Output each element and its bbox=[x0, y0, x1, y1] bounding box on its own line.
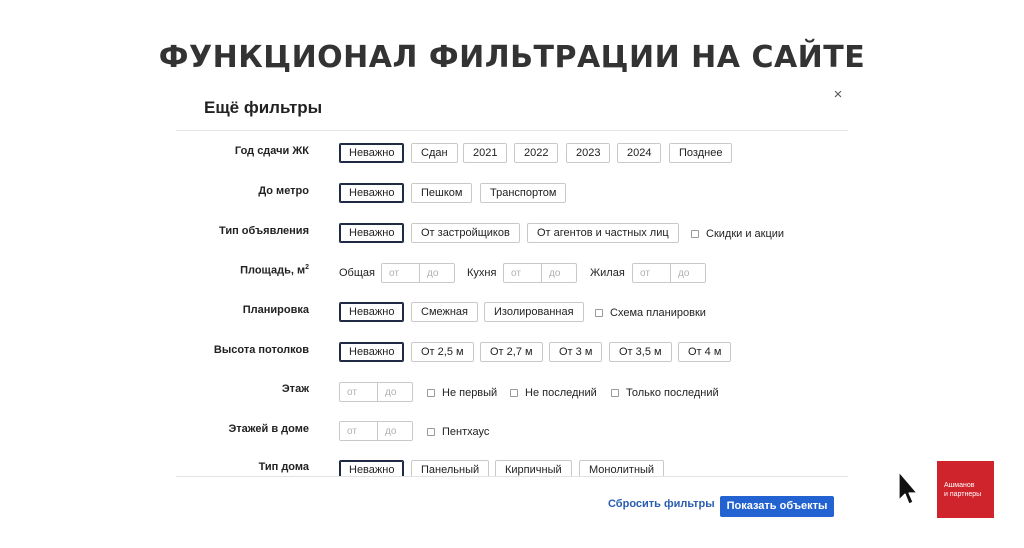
checkbox-box[interactable] bbox=[427, 428, 435, 436]
floor-from-input[interactable] bbox=[340, 383, 377, 401]
filter-label-layout: Планировка bbox=[242, 304, 309, 316]
chip-ceiling-3-5[interactable]: От 3,5 м bbox=[609, 342, 672, 362]
slide-title: ФУНКЦИОНАЛ ФИЛЬТРАЦИИ НА САЙТЕ bbox=[158, 40, 866, 75]
checkbox-box[interactable] bbox=[691, 230, 699, 238]
area-living-from-input[interactable] bbox=[633, 264, 670, 282]
area-kitchen-to-input[interactable] bbox=[541, 264, 578, 282]
reset-filters-button[interactable]: Сбросить фильтры bbox=[608, 498, 715, 510]
area-unit-sup: 2 bbox=[305, 264, 309, 271]
header-divider bbox=[176, 130, 848, 131]
logo-line2: и партнеры bbox=[944, 491, 982, 498]
area-total-label: Общая bbox=[339, 267, 375, 279]
checkbox-box[interactable] bbox=[611, 389, 619, 397]
filter-label-house-type: Тип дома bbox=[258, 461, 309, 473]
chip-ceiling-2-7[interactable]: От 2,7 м bbox=[480, 342, 543, 362]
area-total-range bbox=[381, 263, 456, 283]
chip-ceiling-4[interactable]: От 4 м bbox=[678, 342, 732, 362]
checkbox-not-last-label: Не последний bbox=[525, 387, 597, 399]
house-type-clip: Тип дома Неважно Панельный Кирпичный Мон… bbox=[176, 455, 848, 477]
area-kitchen-range bbox=[503, 263, 578, 283]
floor-range bbox=[339, 382, 414, 402]
filter-label-floors-total: Этажей в доме bbox=[228, 423, 309, 435]
chip-layout-any[interactable]: Неважно bbox=[339, 302, 405, 322]
chip-house-brick[interactable]: Кирпичный bbox=[495, 460, 572, 477]
area-kitchen-from-input[interactable] bbox=[504, 264, 541, 282]
filter-label-listing: Тип объявления bbox=[219, 225, 309, 237]
chip-year-2021[interactable]: 2021 bbox=[463, 143, 508, 163]
chip-metro-transport[interactable]: Транспортом bbox=[480, 183, 567, 203]
close-icon[interactable]: × bbox=[830, 86, 846, 104]
chip-year-later[interactable]: Позднее bbox=[669, 143, 733, 163]
checkbox-box[interactable] bbox=[595, 309, 603, 317]
checkbox-penthouse[interactable]: Пентхаус bbox=[427, 426, 489, 438]
chip-metro-walk[interactable]: Пешком bbox=[411, 183, 473, 203]
filter-label-area: Площадь, м2 bbox=[240, 264, 309, 277]
modal-title: Ещё фильтры bbox=[204, 98, 323, 117]
chip-layout-adjacent[interactable]: Смежная bbox=[411, 302, 479, 322]
chip-ceiling-2-5[interactable]: От 2,5 м bbox=[411, 342, 474, 362]
company-logo: Ашманов и партнеры bbox=[937, 461, 994, 518]
chip-ceiling-3[interactable]: От 3 м bbox=[549, 342, 603, 362]
checkbox-layout-scheme-label: Схема планировки bbox=[610, 307, 706, 319]
chip-year-done[interactable]: Сдан bbox=[411, 143, 458, 163]
logo-line1: Ашманов bbox=[944, 482, 975, 489]
chip-year-any[interactable]: Неважно bbox=[339, 143, 405, 163]
area-kitchen-label: Кухня bbox=[467, 267, 497, 279]
checkbox-box[interactable] bbox=[427, 389, 435, 397]
show-objects-button[interactable]: Показать объекты bbox=[720, 496, 834, 517]
chip-metro-any[interactable]: Неважно bbox=[339, 183, 405, 203]
checkbox-only-last[interactable]: Только последний bbox=[611, 387, 719, 399]
checkbox-penthouse-label: Пентхаус bbox=[442, 426, 490, 438]
chip-ceiling-any[interactable]: Неважно bbox=[339, 342, 405, 362]
floors-total-range bbox=[339, 421, 414, 441]
filter-label-year: Год сдачи ЖК bbox=[234, 145, 309, 157]
checkbox-box[interactable] bbox=[510, 389, 518, 397]
chip-year-2022[interactable]: 2022 bbox=[514, 143, 559, 163]
checkbox-discounts[interactable]: Скидки и акции bbox=[691, 228, 784, 240]
chip-house-panel[interactable]: Панельный bbox=[411, 460, 490, 477]
chip-house-any[interactable]: Неважно bbox=[339, 460, 405, 477]
cursor-icon bbox=[898, 471, 918, 505]
filter-label-metro: До метро bbox=[258, 185, 309, 197]
floor-to-input[interactable] bbox=[377, 383, 414, 401]
chip-year-2023[interactable]: 2023 bbox=[566, 143, 611, 163]
chip-listing-developers[interactable]: От застройщиков bbox=[411, 223, 520, 243]
filter-label-floor: Этаж bbox=[281, 383, 309, 395]
chip-house-monolith[interactable]: Монолитный bbox=[579, 460, 665, 477]
footer-divider bbox=[176, 476, 848, 477]
area-living-to-input[interactable] bbox=[670, 264, 707, 282]
area-living-label: Жилая bbox=[590, 267, 625, 279]
floors-total-from-input[interactable] bbox=[340, 422, 377, 440]
checkbox-not-last[interactable]: Не последний bbox=[510, 387, 597, 399]
area-total-to-input[interactable] bbox=[419, 264, 456, 282]
checkbox-not-first[interactable]: Не первый bbox=[427, 387, 497, 399]
floors-total-to-input[interactable] bbox=[377, 422, 414, 440]
chip-year-2024[interactable]: 2024 bbox=[617, 143, 662, 163]
chip-listing-any[interactable]: Неважно bbox=[339, 223, 405, 243]
checkbox-discounts-label: Скидки и акции bbox=[706, 228, 785, 240]
filter-label-ceiling: Высота потолков bbox=[213, 344, 309, 356]
checkbox-layout-scheme[interactable]: Схема планировки bbox=[595, 307, 706, 319]
area-total-from-input[interactable] bbox=[382, 264, 419, 282]
checkbox-only-last-label: Только последний bbox=[626, 387, 719, 399]
chip-listing-agents[interactable]: От агентов и частных лиц bbox=[527, 223, 679, 243]
area-living-range bbox=[632, 263, 707, 283]
chip-layout-isolated[interactable]: Изолированная bbox=[484, 302, 584, 322]
checkbox-not-first-label: Не первый bbox=[442, 387, 498, 399]
